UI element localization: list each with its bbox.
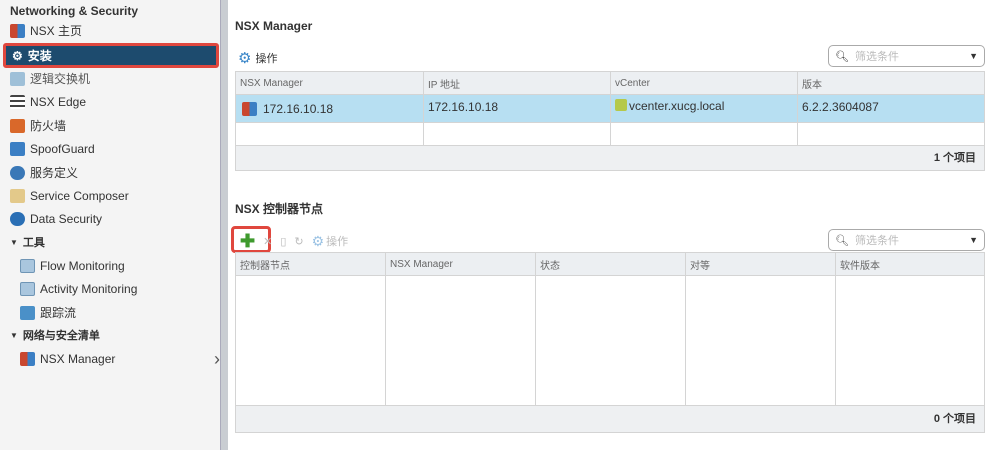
column-header[interactable]: 状态 [536, 253, 686, 275]
label: Data Security [30, 212, 103, 226]
gear-icon: ⚙ [12, 48, 23, 63]
sidebar-item-activity-monitoring[interactable]: Activity Monitoring [20, 278, 137, 300]
controllers-search[interactable]: 🔍︎ 筛选条件 ▼ [828, 229, 985, 251]
cell[interactable]: vcenter.xucg.local [629, 99, 724, 113]
sidebar-item-service-composer[interactable]: Service Composer [10, 185, 129, 207]
search-placeholder: 筛选条件 [854, 51, 899, 63]
column-header[interactable]: vCenter [611, 72, 798, 94]
expand-icon: ▼ [10, 238, 18, 247]
download-icon[interactable]: ▯ [280, 235, 286, 248]
sidebar-item-spoofguard[interactable]: SpoofGuard [10, 138, 95, 160]
search-icon: 🔍︎ [835, 50, 849, 63]
sidebar: Networking & Security NSX 主页 ⚙ 安装 逻辑交换机 N… [0, 0, 220, 450]
service-definition-icon [10, 166, 25, 180]
cell: 6.2.2.3604087 [802, 100, 879, 114]
manager-footer: 1 个项目 [236, 146, 984, 170]
controllers-title: NSX 控制器节点 [235, 202, 324, 216]
column-header[interactable]: NSX Manager [236, 72, 424, 94]
dropdown-icon[interactable]: ▼ [969, 235, 978, 245]
table-header: NSX Manager IP 地址 vCenter 版本 [236, 72, 984, 95]
column-header[interactable]: IP 地址 [424, 72, 611, 94]
sidebar-item-service-definition[interactable]: 服务定义 [10, 162, 78, 184]
label: NSX 主页 [30, 24, 83, 38]
label: Activity Monitoring [40, 282, 138, 296]
label: Service Composer [30, 189, 129, 203]
label: NSX Edge [30, 95, 87, 109]
column-header[interactable]: 控制器节点 [236, 253, 386, 275]
traceflow-icon [20, 306, 35, 320]
spoofguard-icon [10, 142, 25, 156]
nsx-manager-icon [20, 352, 35, 366]
inventory-section[interactable]: ▼ 网络与安全清单 [10, 325, 100, 347]
controllers-actions-button[interactable]: ⚙ 操作 [312, 233, 349, 250]
empty-body [236, 276, 984, 406]
label: 逻辑交换机 [30, 72, 91, 86]
label: Flow Monitoring [40, 259, 125, 273]
cell: 172.16.10.18 [263, 101, 334, 116]
column-header[interactable]: NSX Manager [386, 253, 536, 275]
table-header: 控制器节点 NSX Manager 状态 对等 软件版本 [236, 253, 984, 276]
sync-icon[interactable]: ↻ [294, 235, 303, 248]
expand-icon: ▼ [10, 331, 18, 340]
search-icon: 🔍︎ [835, 234, 849, 247]
sidebar-item-logical-switch[interactable]: 逻辑交换机 [10, 68, 90, 90]
label: NSX Manager [40, 352, 116, 366]
sidebar-item-traceflow[interactable]: 跟踪流 [20, 302, 76, 324]
label: 操作 [326, 236, 349, 248]
table-row[interactable]: 172.16.10.18 172.16.10.18 vcenter.xucg.l… [236, 95, 984, 123]
logical-switch-icon [10, 72, 25, 86]
firewall-icon [10, 119, 25, 133]
manager-title: NSX Manager [235, 19, 313, 33]
main-panel: NSX Manager ⚙ 操作 🔍︎ 筛选条件 ▼ NSX Manager IP 地… [228, 0, 998, 450]
search-placeholder: 筛选条件 [854, 235, 899, 247]
label: 安装 [27, 49, 52, 63]
controllers-table: 控制器节点 NSX Manager 状态 对等 软件版本 0 个项目 [235, 252, 985, 433]
manager-table: NSX Manager IP 地址 vCenter 版本 172.16.10.1… [235, 71, 985, 171]
label: 防火墙 [30, 119, 67, 133]
vcenter-icon [615, 99, 627, 111]
cell: 172.16.10.18 [428, 100, 499, 114]
gear-icon: ⚙ [238, 50, 252, 67]
sidebar-header: Networking & Security [10, 4, 139, 18]
manager-search[interactable]: 🔍︎ 筛选条件 ▼ [828, 45, 985, 67]
label: 网络与安全清单 [22, 330, 100, 342]
manager-actions-button[interactable]: ⚙ 操作 [238, 49, 277, 67]
controllers-footer: 0 个项目 [236, 406, 984, 432]
column-header[interactable]: 版本 [798, 72, 984, 94]
sidebar-item-install[interactable]: ⚙ 安装 [3, 43, 219, 68]
data-security-icon [10, 212, 25, 226]
dropdown-icon[interactable]: ▼ [969, 51, 978, 61]
service-composer-icon [10, 189, 25, 203]
edge-icon [10, 95, 25, 109]
label: SpoofGuard [30, 142, 95, 156]
gear-icon: ⚙ [311, 233, 325, 249]
sidebar-item-nsx-manager[interactable]: NSX Manager › [20, 348, 220, 370]
flow-monitoring-icon [20, 259, 35, 273]
tools-section[interactable]: ▼ 工具 [10, 232, 45, 254]
column-header[interactable]: 软件版本 [836, 253, 984, 275]
add-icon[interactable]: ✚ [240, 231, 255, 252]
nsx-manager-icon [242, 101, 257, 116]
splitter[interactable] [220, 0, 228, 450]
label: 跟踪流 [40, 306, 77, 320]
nsx-home-icon [10, 24, 25, 38]
label: 操作 [255, 53, 278, 65]
delete-icon[interactable]: ✕ [263, 235, 272, 248]
label: 工具 [22, 237, 45, 249]
sidebar-item-nsx-edge[interactable]: NSX Edge [10, 91, 86, 113]
column-header[interactable]: 对等 [686, 253, 836, 275]
sidebar-item-flow-monitoring[interactable]: Flow Monitoring [20, 255, 125, 277]
label: 服务定义 [30, 166, 79, 180]
sidebar-item-data-security[interactable]: Data Security [10, 208, 102, 230]
activity-monitoring-icon [20, 282, 35, 296]
sidebar-item-nsx-home[interactable]: NSX 主页 [10, 20, 82, 42]
empty-row [236, 123, 984, 146]
sidebar-item-firewall[interactable]: 防火墙 [10, 115, 66, 137]
